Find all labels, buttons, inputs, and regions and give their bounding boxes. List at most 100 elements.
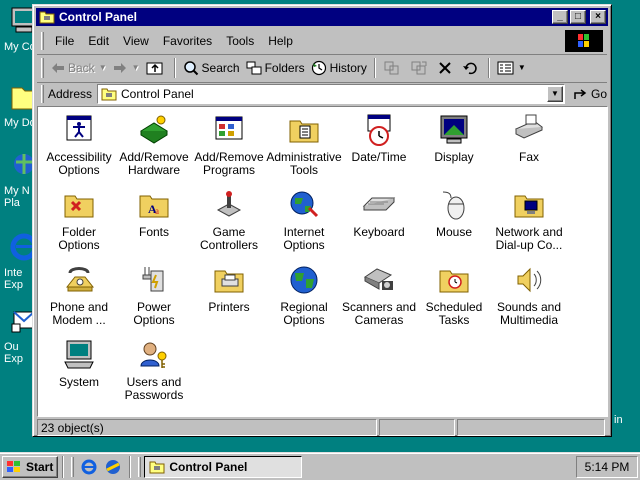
cp-item-label: Fax (518, 150, 539, 164)
internet-explorer-icon[interactable] (79, 458, 99, 476)
forward-button[interactable]: ▼ (110, 57, 143, 79)
move-to-button[interactable] (380, 57, 407, 79)
cp-item-display[interactable]: Display (416, 113, 492, 164)
cp-item-label: Users and Passwords (124, 375, 184, 402)
control-panel-folder-icon (39, 11, 55, 24)
copy-to-button[interactable] (407, 57, 434, 79)
network-dialup-icon (514, 195, 544, 218)
undo-button[interactable] (459, 57, 484, 79)
menu-favorites[interactable]: Favorites (156, 32, 219, 50)
cp-item-power-options[interactable]: Power Options (116, 263, 192, 327)
undo-icon (462, 62, 477, 74)
cp-item-keyboard[interactable]: Keyboard (341, 188, 417, 239)
menu-bar: File Edit View Favorites Tools Help (37, 30, 607, 52)
search-button[interactable]: Search (180, 57, 243, 79)
cp-item-scheduled-tasks[interactable]: Scheduled Tasks (416, 263, 492, 327)
quick-launch-grip[interactable] (71, 456, 75, 477)
cp-item-add-remove-hardware[interactable]: Add/Remove Hardware (116, 113, 192, 177)
views-icon (497, 61, 514, 74)
cp-item-fonts[interactable]: Aa Fonts (116, 188, 192, 239)
go-button[interactable]: Go (573, 87, 607, 101)
toolbar-grip[interactable] (41, 57, 44, 78)
back-button[interactable]: Back ▼ (48, 57, 110, 79)
folders-icon (246, 61, 262, 74)
cp-item-users-passwords[interactable]: Users and Passwords (116, 338, 192, 402)
cp-item-internet-options[interactable]: Internet Options (266, 188, 342, 252)
close-button[interactable]: × (590, 10, 606, 24)
cp-item-mouse[interactable]: Mouse (416, 188, 492, 239)
start-button[interactable]: Start (2, 455, 59, 478)
control-panel-items-view[interactable]: Accessibility Options Add/Remove Hardwar… (37, 106, 608, 417)
sounds-multimedia-icon (517, 267, 542, 293)
status-pane (457, 419, 605, 436)
cp-item-date-time[interactable]: Date/Time (341, 113, 417, 164)
folder-options-icon (64, 195, 94, 218)
up-folder-icon (146, 62, 163, 74)
keyboard-icon (362, 197, 396, 211)
up-button[interactable] (143, 57, 170, 79)
move-to-icon (384, 61, 399, 74)
address-dropdown-button[interactable]: ▼ (546, 85, 563, 102)
menu-tools[interactable]: Tools (219, 32, 261, 50)
folders-button[interactable]: Folders (243, 57, 308, 79)
phone-modem-icon (65, 267, 95, 292)
cp-item-label: System (58, 375, 99, 389)
cp-item-game-controllers[interactable]: Game Controllers (191, 188, 267, 252)
cp-item-regional-options[interactable]: Regional Options (266, 263, 342, 327)
folders-label: Folders (264, 60, 305, 75)
menu-edit[interactable]: Edit (81, 32, 116, 50)
cp-item-administrative-tools[interactable]: Administrative Tools (266, 113, 342, 177)
cp-item-label: Scheduled Tasks (425, 300, 483, 327)
accessibility-icon (66, 115, 92, 141)
go-arrow-icon (574, 88, 587, 99)
cp-item-folder-options[interactable]: Folder Options (41, 188, 117, 252)
menu-view[interactable]: View (116, 32, 156, 50)
cp-item-label: Keyboard (353, 225, 405, 239)
address-input[interactable]: Control Panel ▼ (97, 83, 565, 104)
taskbar: Start Control Panel 5:14 PM (0, 452, 640, 480)
cp-item-label: Mouse (435, 225, 473, 239)
menu-grip[interactable] (41, 32, 44, 50)
outlook-express-icon[interactable] (103, 458, 123, 476)
cp-item-accessibility-options[interactable]: Accessibility Options (41, 113, 117, 177)
clock[interactable]: 5:14 PM (585, 460, 630, 474)
history-button[interactable]: History (308, 57, 370, 79)
scheduled-tasks-icon (439, 270, 469, 293)
go-label: Go (590, 86, 607, 101)
search-icon (183, 60, 198, 75)
cp-item-fax[interactable]: Fax (491, 113, 567, 164)
scanners-cameras-icon (363, 268, 393, 290)
cp-item-label: Sounds and Multimedia (496, 300, 562, 327)
forward-arrow-icon (113, 62, 126, 73)
close-icon: × (595, 11, 601, 22)
menu-file[interactable]: File (48, 32, 81, 50)
cp-item-phone-modem[interactable]: Phone and Modem ... (41, 263, 117, 327)
cp-item-label: Scanners and Cameras (341, 300, 417, 327)
taskbar-grip[interactable] (138, 456, 142, 477)
cp-item-network-dialup[interactable]: Network and Dial-up Co... (491, 188, 567, 252)
display-icon (440, 115, 468, 144)
system-tray: 5:14 PM (576, 456, 638, 478)
cp-item-add-remove-programs[interactable]: Add/Remove Programs (191, 113, 267, 177)
cp-item-sounds-multimedia[interactable]: Sounds and Multimedia (491, 263, 567, 327)
minimize-button[interactable]: _ (552, 10, 568, 24)
search-label: Search (201, 60, 240, 75)
cp-item-system[interactable]: System (41, 338, 117, 389)
views-button[interactable]: ▼ (494, 57, 529, 79)
maximize-button[interactable]: □ (570, 10, 586, 24)
back-label: Back (68, 60, 95, 75)
delete-button[interactable] (434, 57, 459, 79)
menu-help[interactable]: Help (261, 32, 300, 50)
power-options-icon (142, 267, 164, 292)
cp-item-label: Add/Remove Programs (194, 150, 264, 177)
task-button-control-panel[interactable]: Control Panel (144, 455, 303, 478)
control-panel-window[interactable]: Control Panel _ □ × File Edit View Favor… (32, 4, 612, 437)
cp-item-printers[interactable]: Printers (191, 263, 267, 314)
cp-item-scanners-cameras[interactable]: Scanners and Cameras (341, 263, 417, 327)
cp-item-label: Regional Options (280, 300, 328, 327)
copy-to-icon (411, 61, 427, 74)
mouse-icon (442, 191, 465, 220)
title-bar[interactable]: Control Panel _ □ × (36, 8, 608, 26)
fonts-icon: Aa (139, 195, 169, 218)
cp-item-label: Display (434, 150, 474, 164)
